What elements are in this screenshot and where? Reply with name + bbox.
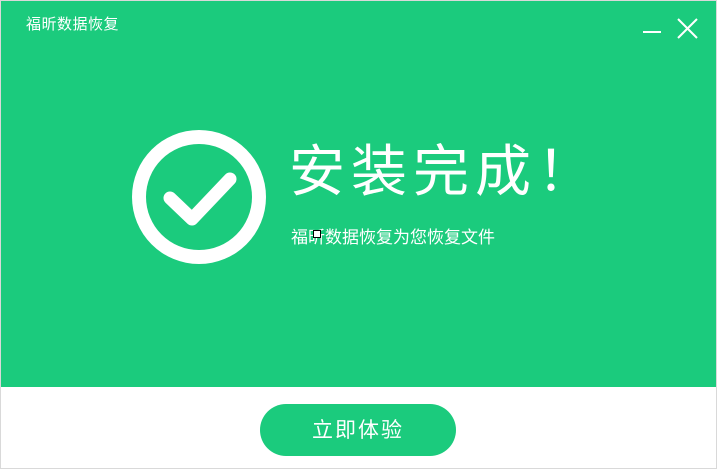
footer-bar: 立即体验 — [1, 387, 716, 468]
installer-window: 福昕数据恢复 安装完成！ 福昕数据恢复为您恢复文件 立即体验 — [0, 0, 717, 469]
minimize-icon — [643, 31, 661, 33]
close-icon — [677, 18, 698, 39]
minimize-button[interactable] — [639, 15, 667, 43]
install-complete-subtitle: 福昕数据恢复为您恢复文件 — [291, 228, 495, 248]
check-circle-icon — [132, 130, 266, 264]
success-banner: 福昕数据恢复 安装完成！ 福昕数据恢复为您恢复文件 — [1, 1, 716, 387]
close-button[interactable] — [674, 15, 702, 43]
try-now-button[interactable]: 立即体验 — [260, 404, 456, 456]
window-title: 福昕数据恢复 — [26, 15, 120, 33]
mouse-cursor-icon — [313, 230, 321, 238]
install-complete-heading: 安装完成！ — [289, 140, 599, 205]
